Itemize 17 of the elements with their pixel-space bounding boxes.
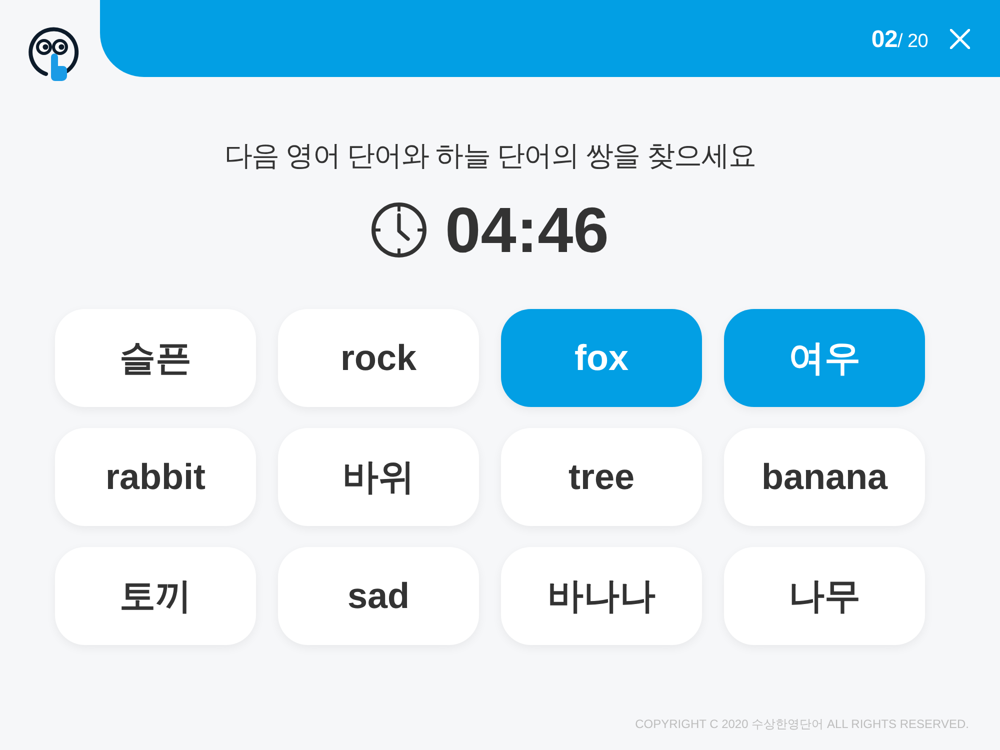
word-card[interactable]: 토끼 <box>55 547 256 645</box>
word-card[interactable]: 나무 <box>724 547 925 645</box>
word-card[interactable]: rock <box>278 309 479 407</box>
word-card[interactable]: rabbit <box>55 428 256 526</box>
clock-icon <box>371 202 428 258</box>
word-card[interactable]: sad <box>278 547 479 645</box>
close-icon[interactable] <box>950 28 970 48</box>
word-card[interactable]: 슬픈 <box>55 309 256 407</box>
word-card[interactable]: 바위 <box>278 428 479 526</box>
question-counter: 02/ 20 <box>871 26 928 54</box>
word-card[interactable]: 바나나 <box>501 547 702 645</box>
copyright-text: COPYRIGHT C 2020 수상한영단어 ALL RIGHTS RESERVED. <box>635 716 969 733</box>
word-card[interactable]: banana <box>724 428 925 526</box>
logo-icon <box>27 26 79 82</box>
word-card[interactable]: tree <box>501 428 702 526</box>
question-text: 다음 영어 단어와 하늘 단어의 쌍을 찾으세요 <box>224 139 756 173</box>
countdown-timer: 04:46 <box>445 194 609 266</box>
